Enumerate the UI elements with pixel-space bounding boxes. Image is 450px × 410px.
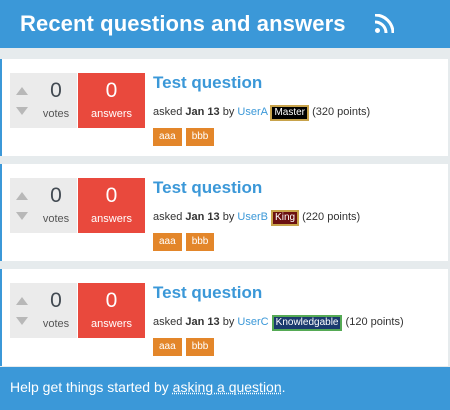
vote-up-icon[interactable] <box>16 87 28 95</box>
answers-count: 0 <box>105 289 118 312</box>
tag-link[interactable]: bbb <box>185 128 215 146</box>
header-bar: Recent questions and answers <box>0 0 450 48</box>
question-title-link[interactable]: Test question <box>153 283 262 303</box>
question-meta: asked Jan 13 by UserA Master (320 points… <box>153 105 370 121</box>
votes-label: votes <box>42 318 70 330</box>
votes-label: votes <box>42 108 70 120</box>
vote-down-icon[interactable] <box>16 317 28 325</box>
asked-label: asked <box>153 106 183 118</box>
answers-label: answers <box>91 318 132 330</box>
footer-prompt: Help get things started by asking a ques… <box>0 367 450 410</box>
by-label: by <box>222 106 235 118</box>
answers-box: 0 answers <box>78 73 145 128</box>
question-title-link[interactable]: Test question <box>153 73 262 93</box>
user-points: (320 points) <box>312 106 371 118</box>
asked-date: Jan 13 <box>185 316 220 328</box>
footer-end: . <box>281 379 286 395</box>
tag-list: aaa bbb <box>153 128 215 146</box>
ask-question-link[interactable]: asking a question <box>173 379 282 395</box>
vote-up-icon[interactable] <box>16 192 28 200</box>
question-meta: asked Jan 13 by UserC Knowledgable (120 … <box>153 315 404 331</box>
user-badge: Knowledgable <box>271 315 343 331</box>
question-item: 0 votes 0 answers Test question asked Ja… <box>0 164 448 261</box>
question-item: 0 votes 0 answers Test question asked Ja… <box>0 59 448 156</box>
user-points: (220 points) <box>302 211 361 223</box>
tag-link[interactable]: aaa <box>153 128 182 146</box>
user-link[interactable]: UserC <box>237 316 268 328</box>
votes-count: 0 <box>50 289 62 312</box>
tag-link[interactable]: aaa <box>153 233 182 251</box>
question-meta: asked Jan 13 by UserB King (220 points) <box>153 210 360 226</box>
footer-text: Help get things started by <box>10 379 173 395</box>
votes-box: 0 votes <box>10 283 77 338</box>
page-title: Recent questions and answers <box>20 11 346 36</box>
votes-label: votes <box>42 213 70 225</box>
user-link[interactable]: UserA <box>237 106 267 118</box>
by-label: by <box>222 211 235 223</box>
by-label: by <box>222 316 235 328</box>
tag-link[interactable]: bbb <box>185 338 215 356</box>
user-link[interactable]: UserB <box>237 211 268 223</box>
vote-down-icon[interactable] <box>16 107 28 115</box>
tag-link[interactable]: bbb <box>185 233 215 251</box>
user-points: (120 points) <box>345 316 404 328</box>
asked-label: asked <box>153 211 183 223</box>
vote-down-icon[interactable] <box>16 212 28 220</box>
votes-box: 0 votes <box>10 73 77 128</box>
asked-date: Jan 13 <box>185 211 220 223</box>
question-item: 0 votes 0 answers Test question asked Ja… <box>0 269 448 366</box>
question-title-link[interactable]: Test question <box>153 178 262 198</box>
answers-box: 0 answers <box>78 283 145 338</box>
answers-count: 0 <box>105 79 118 102</box>
tag-link[interactable]: aaa <box>153 338 182 356</box>
tag-list: aaa bbb <box>153 233 215 251</box>
votes-box: 0 votes <box>10 178 77 233</box>
vote-up-icon[interactable] <box>16 297 28 305</box>
answers-label: answers <box>91 108 132 120</box>
votes-count: 0 <box>50 184 62 207</box>
answers-count: 0 <box>105 184 118 207</box>
asked-label: asked <box>153 316 183 328</box>
rss-feed-icon[interactable] <box>374 14 394 34</box>
asked-date: Jan 13 <box>185 106 220 118</box>
user-badge: Master <box>270 105 310 121</box>
votes-count: 0 <box>50 79 62 102</box>
answers-box: 0 answers <box>78 178 145 233</box>
answers-label: answers <box>91 213 132 225</box>
user-badge: King <box>271 210 300 226</box>
tag-list: aaa bbb <box>153 338 215 356</box>
